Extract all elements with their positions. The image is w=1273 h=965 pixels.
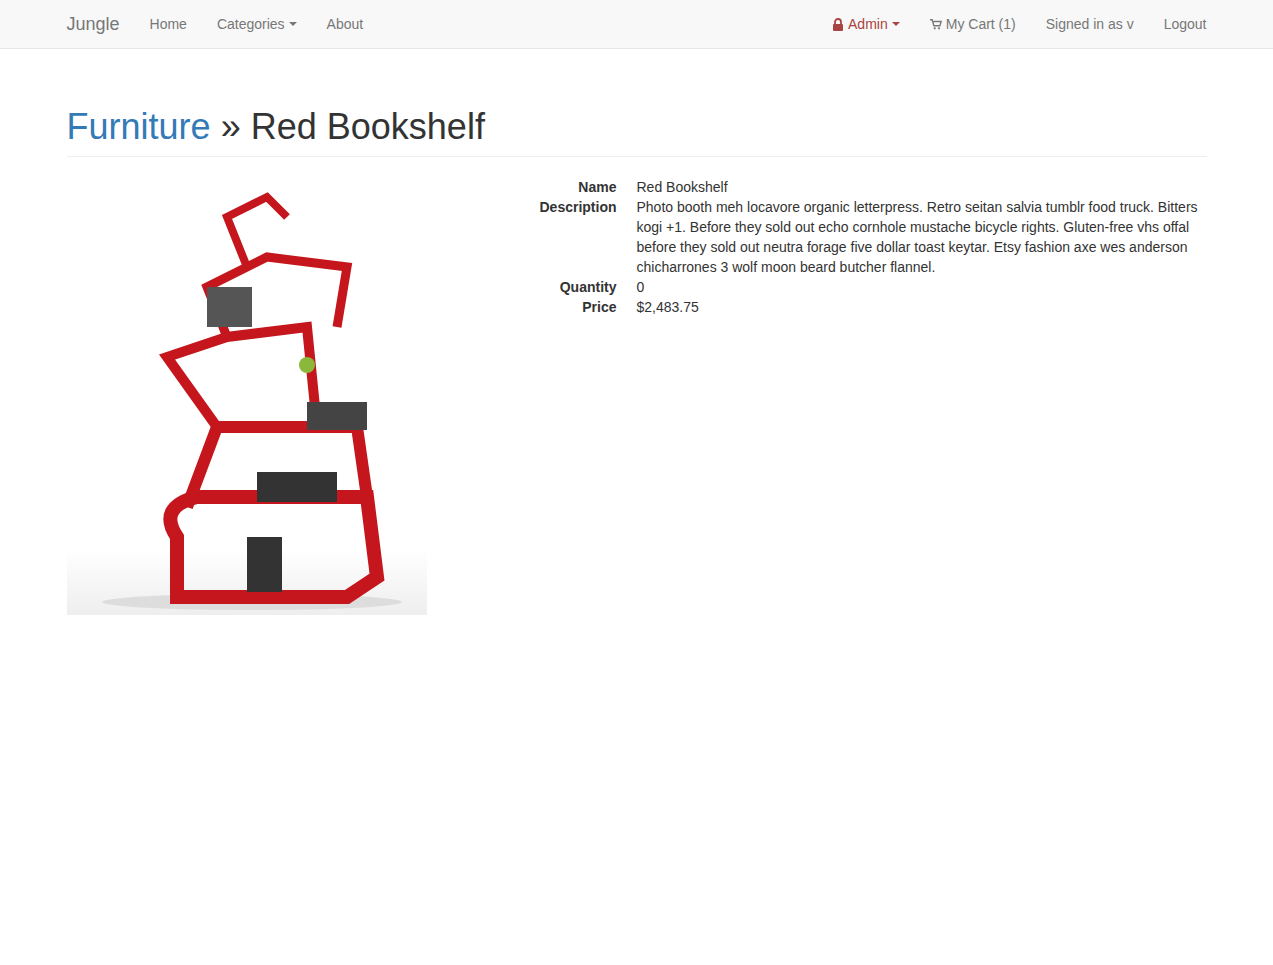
caret-icon [892,22,900,26]
nav-link: Signed in as v [1031,0,1149,48]
field-label: Quantity [457,277,617,297]
nav-right: Admin My Cart (1) Signed in as v Logout [817,0,1206,48]
nav-label: Home [150,14,187,34]
field-value: 0 [637,277,1207,297]
nav-label: Logout [1164,14,1207,34]
nav-label: Admin [848,14,888,34]
brand-link[interactable]: Jungle [67,0,135,48]
caret-icon [289,22,297,26]
navbar-inner: Jungle Home Categories About Admin My Cart (1… [52,0,1222,48]
field-value: Photo booth meh locavore organic letterp… [637,197,1207,277]
nav-link[interactable]: Home [135,0,202,48]
nav-link[interactable]: Logout [1149,0,1207,48]
product-info: Name Red Bookshelf DescriptionPhoto booth … [457,177,1207,615]
nav-link[interactable]: Admin [817,0,915,48]
breadcrumb-separator: » [221,106,241,147]
navbar: Jungle Home Categories About Admin My Cart (1… [0,0,1273,49]
product-image [67,177,427,615]
product-page: Furniture»Red BookshelfNameRed Bookshelf… [52,49,1222,615]
nav-label: About [327,14,364,34]
product-fields: Name Red Bookshelf DescriptionPhoto booth … [457,177,1207,317]
nav-left: Home Categories About [135,0,379,48]
field-value: Red Bookshelf [637,177,1207,197]
page-title: Furniture»Red Bookshelf [67,107,1207,147]
field-value: $2,483.75 [637,297,1207,317]
page-header: Furniture»Red Bookshelf [67,107,1207,157]
field-label: Name [457,177,617,197]
product-detail: Name Red Bookshelf DescriptionPhoto booth … [67,177,1207,615]
bookshelf-picture [67,177,427,615]
category-link[interactable]: Furniture [67,106,211,147]
cart-icon [930,18,942,31]
field-label: Description [457,197,617,277]
nav-label: Categories [217,14,285,34]
nav-link[interactable]: About [312,0,379,48]
nav-label: Signed in as v [1046,14,1134,34]
nav-link[interactable]: Categories [202,0,312,48]
nav-link[interactable]: My Cart (1) [915,0,1031,48]
nav-label: My Cart (1) [946,14,1016,34]
field-label: Price [457,297,617,317]
product-title: Red Bookshelf [251,106,485,147]
lock-icon [832,18,844,31]
